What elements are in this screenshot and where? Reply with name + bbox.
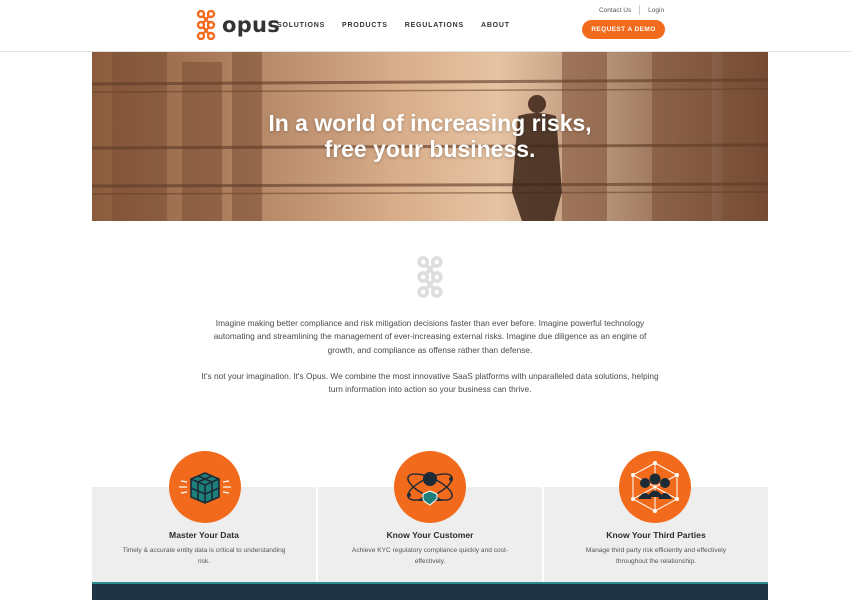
contact-us-link[interactable]: Contact Us — [599, 7, 631, 14]
data-cube-icon[interactable] — [169, 451, 241, 523]
login-link[interactable]: Login — [648, 7, 664, 14]
request-demo-button[interactable]: REQUEST A DEMO — [582, 20, 665, 39]
hero-heading: In a world of increasing risks, free you… — [92, 110, 768, 162]
nav-solutions[interactable]: SOLUTIONS — [277, 22, 325, 29]
intro-paragraph-1: Imagine making better compliance and ris… — [213, 318, 647, 355]
footer-band — [92, 582, 768, 600]
intro-paragraph-2: It's not your imagination. It's Opus. We… — [201, 371, 659, 395]
brand-name: opus — [222, 13, 281, 37]
third-parties-network-icon[interactable] — [619, 451, 691, 523]
main-nav: SOLUTIONS PRODUCTS REGULATIONS ABOUT — [277, 22, 527, 29]
utility-links: Contact Us Login — [599, 5, 664, 15]
feature-description: Timely & accurate entity data is critica… — [122, 547, 286, 565]
hero-banner: In a world of increasing risks, free you… — [92, 52, 768, 221]
utility-divider — [639, 5, 641, 15]
nav-regulations[interactable]: REGULATIONS — [405, 22, 464, 29]
site-header: opus SOLUTIONS PRODUCTS REGULATIONS ABOU… — [0, 0, 851, 52]
opus-watermark-icon — [417, 256, 443, 298]
customer-shield-icon[interactable] — [394, 451, 466, 523]
feature-description: Manage third party risk efficiently and … — [585, 547, 727, 565]
hero-line-2: free your business. — [324, 136, 536, 162]
feature-title: Know Your Third Parties — [606, 530, 706, 540]
nav-about[interactable]: ABOUT — [481, 22, 510, 29]
feature-title: Master Your Data — [169, 530, 239, 540]
opus-logo-mark-icon — [196, 10, 216, 40]
feature-description: Achieve KYC regulatory compliance quickl… — [351, 547, 509, 565]
hero-line-1: In a world of increasing risks, — [268, 110, 592, 136]
nav-products[interactable]: PRODUCTS — [342, 22, 388, 29]
feature-title: Know Your Customer — [386, 530, 474, 540]
opus-logo[interactable]: opus — [195, 10, 280, 40]
